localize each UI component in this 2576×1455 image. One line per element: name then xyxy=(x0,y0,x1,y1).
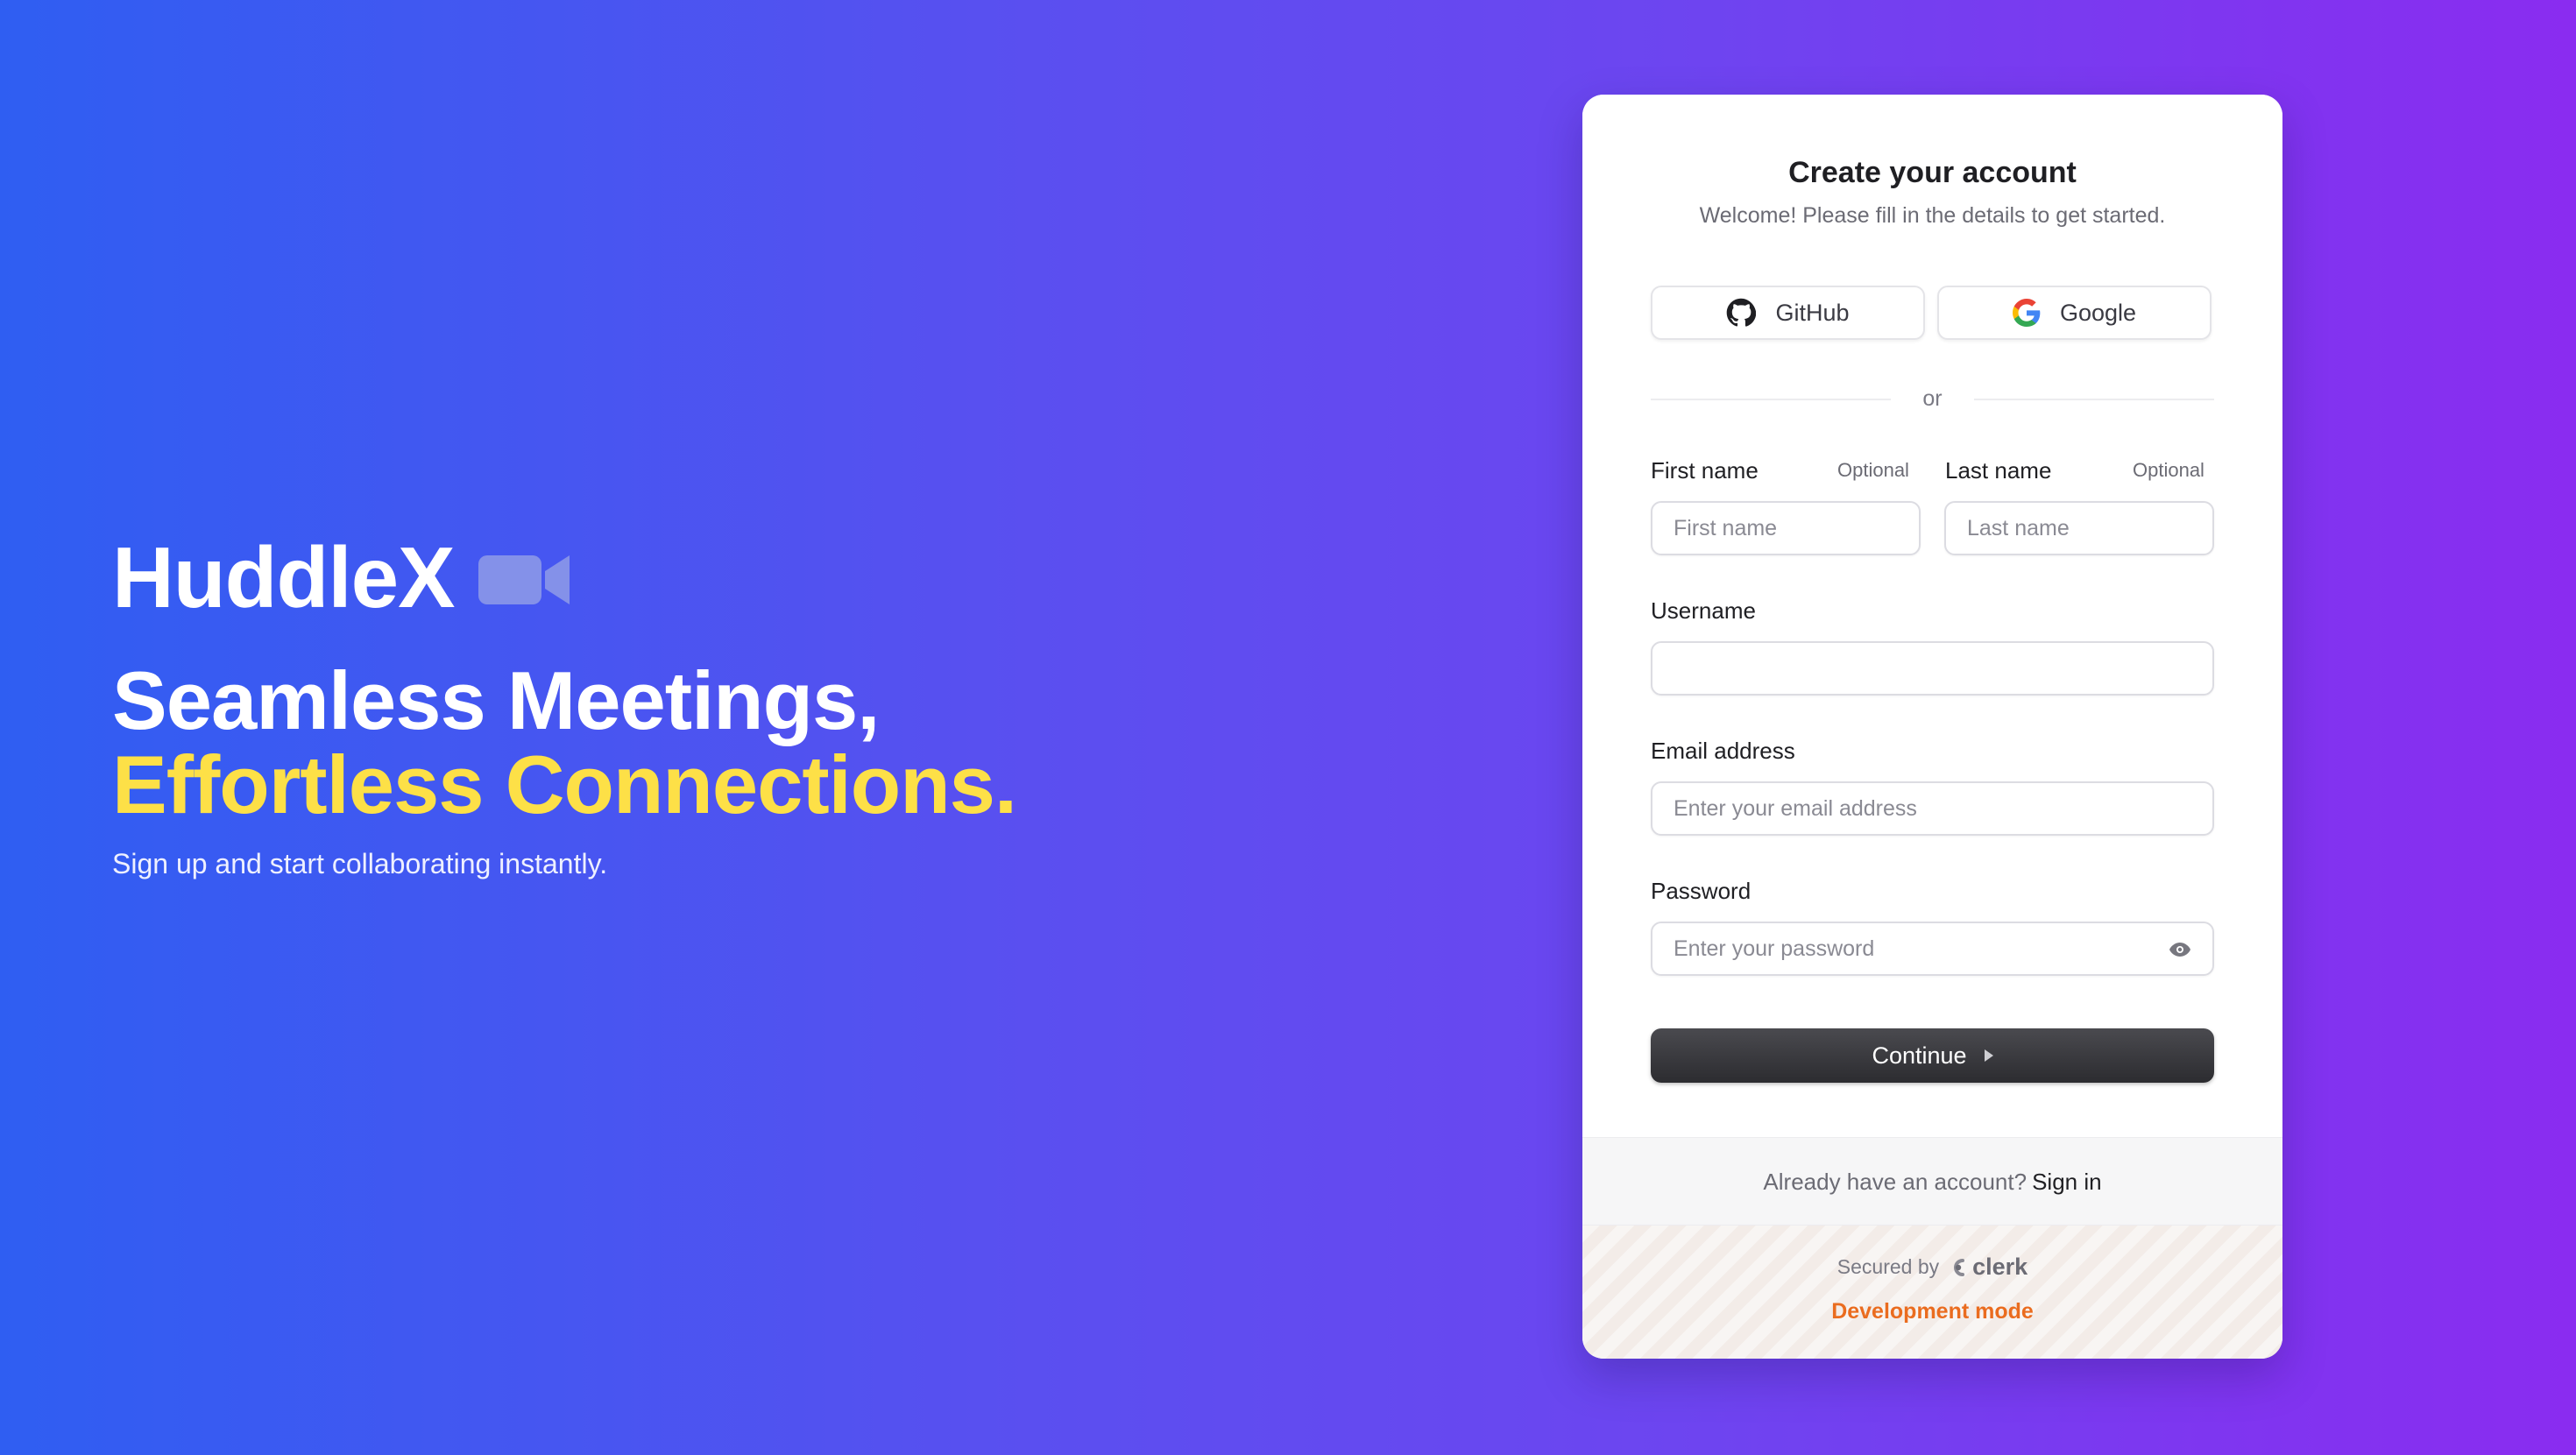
clerk-logo-link[interactable]: clerk xyxy=(1948,1254,2028,1281)
github-icon xyxy=(1727,298,1757,327)
username-label: Username xyxy=(1651,597,1756,624)
email-label: Email address xyxy=(1651,738,1795,764)
play-triangle-icon xyxy=(1984,1049,1993,1062)
username-input[interactable] xyxy=(1651,641,2214,696)
hero-section: HuddleX Seamless Meetings, Effortless Co… xyxy=(112,529,1017,880)
headline: Seamless Meetings, Effortless Connection… xyxy=(112,654,1017,830)
secured-by-text: Secured by xyxy=(1836,1255,1940,1278)
clerk-brand-text: clerk xyxy=(1972,1254,2028,1280)
brand-name: HuddleX xyxy=(112,529,455,625)
headline-line-2: Effortless Connections. xyxy=(112,738,1017,830)
tagline: Sign up and start collaborating instantl… xyxy=(112,848,608,879)
clerk-logo-icon xyxy=(1954,1258,1965,1276)
video-camera-icon xyxy=(478,555,570,604)
already-account-text: Already have an account? xyxy=(1763,1169,2028,1195)
brand: HuddleX xyxy=(112,529,1016,625)
last-name-label: Last name xyxy=(1945,457,2052,484)
headline-line-1: Seamless Meetings, xyxy=(112,654,880,746)
first-name-optional: Optional xyxy=(1837,459,1909,481)
first-name-label: First name xyxy=(1651,457,1759,484)
github-button-label: GitHub xyxy=(1775,299,1850,326)
form-title: Create your account xyxy=(1788,156,2077,189)
google-icon xyxy=(2012,299,2041,327)
last-name-input[interactable]: Last name xyxy=(1944,501,2214,555)
email-input[interactable]: Enter your email address xyxy=(1651,781,2214,836)
signin-footer: Already have an account? Sign in xyxy=(1582,1137,2282,1225)
last-name-optional: Optional xyxy=(2133,459,2204,481)
password-input[interactable]: Enter your password xyxy=(1651,922,2214,976)
development-mode-badge: Development mode xyxy=(1831,1299,2034,1324)
sign-in-link[interactable]: Sign in xyxy=(2032,1169,2102,1195)
secured-footer: Secured by clerk Development mode xyxy=(1582,1225,2282,1359)
first-name-input[interactable]: First name xyxy=(1651,501,1921,555)
form-subtitle: Welcome! Please fill in the details to g… xyxy=(1699,203,2166,228)
or-divider: or xyxy=(1651,384,2214,413)
eye-icon[interactable] xyxy=(2169,941,2191,958)
signup-card: Create your account Welcome! Please fill… xyxy=(1582,95,2282,1359)
signup-form: Create your account Welcome! Please fill… xyxy=(1582,95,2282,1137)
github-button[interactable]: GitHub xyxy=(1651,286,1925,340)
continue-button-label: Continue xyxy=(1872,1042,1967,1069)
google-button[interactable]: Google xyxy=(1937,286,2212,340)
divider-line-right xyxy=(1974,399,2214,400)
continue-button[interactable]: Continue xyxy=(1651,1028,2214,1083)
google-button-label: Google xyxy=(2059,299,2137,326)
secured-by: Secured by clerk xyxy=(1582,1254,2282,1281)
password-placeholder: Enter your password xyxy=(1674,936,1875,961)
password-label: Password xyxy=(1651,878,1752,904)
